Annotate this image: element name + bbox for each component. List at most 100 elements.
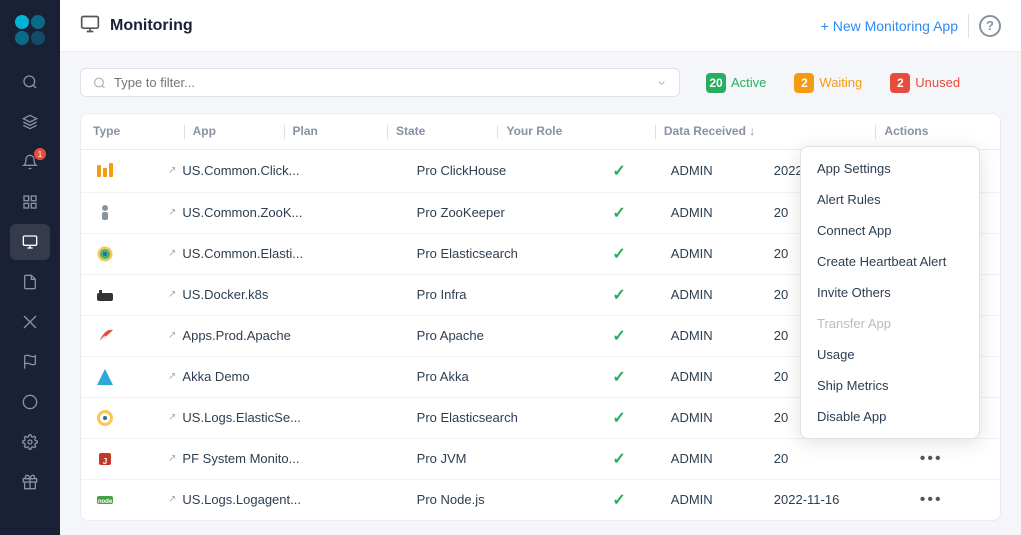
- new-monitoring-app-button[interactable]: + New Monitoring App: [821, 18, 958, 34]
- app-type-icon: [93, 406, 117, 430]
- cell-state: ✓: [600, 438, 658, 479]
- sidebar-item-gift[interactable]: [10, 464, 50, 500]
- svg-text:J: J: [103, 457, 107, 466]
- status-active-filter[interactable]: 20 Active: [696, 69, 776, 97]
- cell-role: ADMIN: [659, 192, 762, 233]
- main-content: Monitoring + New Monitoring App ? 20 Act…: [60, 0, 1021, 535]
- dropdown-menu-item: Transfer App: [801, 308, 979, 339]
- cell-type: J: [81, 438, 156, 479]
- cell-data-received: 20: [762, 438, 902, 479]
- sidebar-item-deploy[interactable]: [10, 104, 50, 140]
- svg-text:node: node: [98, 499, 113, 505]
- cell-actions: •••: [902, 479, 1000, 520]
- col-role: Your Role: [485, 114, 642, 149]
- app-type-icon: [93, 324, 117, 348]
- role-label: ADMIN: [671, 492, 713, 507]
- cell-plan: Pro Infra: [405, 274, 601, 315]
- state-check: ✓: [612, 205, 625, 222]
- dropdown-menu-item[interactable]: App Settings: [801, 153, 979, 184]
- sidebar-item-circle[interactable]: [10, 384, 50, 420]
- plan-name: Pro Elasticsearch: [417, 410, 518, 425]
- sidebar-item-flag[interactable]: [10, 344, 50, 380]
- external-link-icon: ↗: [168, 371, 176, 382]
- data-received-value: 20: [774, 246, 788, 261]
- role-label: ADMIN: [671, 451, 713, 466]
- cell-role: ADMIN: [659, 233, 762, 274]
- search-icon: [93, 76, 106, 90]
- app-name: Akka Demo: [182, 369, 249, 384]
- cell-app: ↗ US.Docker.k8s: [156, 274, 405, 315]
- external-link-icon: ↗: [168, 207, 176, 218]
- page-title: Monitoring: [110, 17, 811, 35]
- col-data-received: Data Received ↓: [643, 114, 864, 149]
- cell-type: [81, 150, 156, 193]
- sidebar-item-settings[interactable]: [10, 424, 50, 460]
- app-name: US.Common.ZooK...: [182, 205, 302, 220]
- dropdown-menu-item[interactable]: Alert Rules: [801, 184, 979, 215]
- sidebar-item-search[interactable]: [10, 64, 50, 100]
- help-icon[interactable]: ?: [979, 15, 1001, 37]
- external-link-icon: ↗: [168, 165, 176, 176]
- dropdown-menu-item[interactable]: Invite Others: [801, 277, 979, 308]
- topbar: Monitoring + New Monitoring App ?: [60, 0, 1021, 52]
- sidebar-item-grid[interactable]: [10, 184, 50, 220]
- plan-name: Pro Infra: [417, 287, 467, 302]
- sidebar-item-alerts[interactable]: 1: [10, 144, 50, 180]
- state-check: ✓: [612, 328, 625, 345]
- dropdown-menu-item[interactable]: Ship Metrics: [801, 370, 979, 401]
- col-type: Type: [81, 114, 172, 149]
- cell-plan: Pro Akka: [405, 356, 601, 397]
- dropdown-menu-item[interactable]: Usage: [801, 339, 979, 370]
- actions-menu-button[interactable]: •••: [914, 448, 949, 470]
- app-type-icon: [93, 201, 117, 225]
- status-filters: 20 Active 2 Waiting 2 Unused: [696, 69, 970, 97]
- cell-type: [81, 274, 156, 315]
- data-received-value: 2022-11-16: [774, 492, 840, 507]
- cell-plan: Pro Node.js: [405, 479, 601, 520]
- role-label: ADMIN: [671, 287, 713, 302]
- data-received-value: 20: [774, 369, 788, 384]
- state-check: ✓: [612, 287, 625, 304]
- cell-type: node: [81, 479, 156, 520]
- cell-role: ADMIN: [659, 274, 762, 315]
- content-area: 20 Active 2 Waiting 2 Unused Type: [60, 52, 1021, 535]
- cell-state: ✓: [600, 397, 658, 438]
- external-link-icon: ↗: [168, 494, 176, 505]
- actions-menu-button[interactable]: •••: [914, 489, 949, 511]
- external-link-icon: ↗: [168, 289, 176, 300]
- search-box[interactable]: [80, 68, 680, 97]
- dropdown-menu-item[interactable]: Connect App: [801, 215, 979, 246]
- plan-name: Pro ZooKeeper: [417, 205, 505, 220]
- app-type-icon: [93, 159, 117, 183]
- unused-count: 2: [890, 73, 910, 93]
- cell-role: ADMIN: [659, 150, 762, 193]
- role-label: ADMIN: [671, 205, 713, 220]
- sidebar-item-logs[interactable]: [10, 264, 50, 300]
- data-received-value: 20: [774, 287, 788, 302]
- app-type-icon: [93, 242, 117, 266]
- cell-role: ADMIN: [659, 438, 762, 479]
- status-unused-filter[interactable]: 2 Unused: [880, 69, 970, 97]
- status-waiting-filter[interactable]: 2 Waiting: [784, 69, 872, 97]
- cell-plan: Pro Apache: [405, 315, 601, 356]
- dropdown-menu-item[interactable]: Create Heartbeat Alert: [801, 246, 979, 277]
- dropdown-menu-item[interactable]: Disable App: [801, 401, 979, 432]
- data-received-value: 20: [774, 410, 788, 425]
- search-input[interactable]: [114, 75, 648, 90]
- sidebar-logo[interactable]: [10, 10, 50, 50]
- cell-actions: •••: [902, 438, 1000, 479]
- sidebar-item-cross[interactable]: [10, 304, 50, 340]
- state-check: ✓: [612, 163, 625, 180]
- sidebar-item-monitoring[interactable]: [10, 224, 50, 260]
- cell-app: ↗ US.Common.Click...: [156, 150, 405, 193]
- cell-type: [81, 233, 156, 274]
- cell-plan: Pro JVM: [405, 438, 601, 479]
- plan-name: Pro ClickHouse: [417, 163, 507, 178]
- col-app: App: [172, 114, 272, 149]
- cell-plan: Pro Elasticsearch: [405, 233, 601, 274]
- cell-state: ✓: [600, 150, 658, 193]
- state-check: ✓: [612, 492, 625, 509]
- table-header-row: Type App Plan State Your Role Data Recei…: [81, 114, 1000, 149]
- app-name: US.Logs.ElasticSe...: [182, 410, 301, 425]
- state-check: ✓: [612, 410, 625, 427]
